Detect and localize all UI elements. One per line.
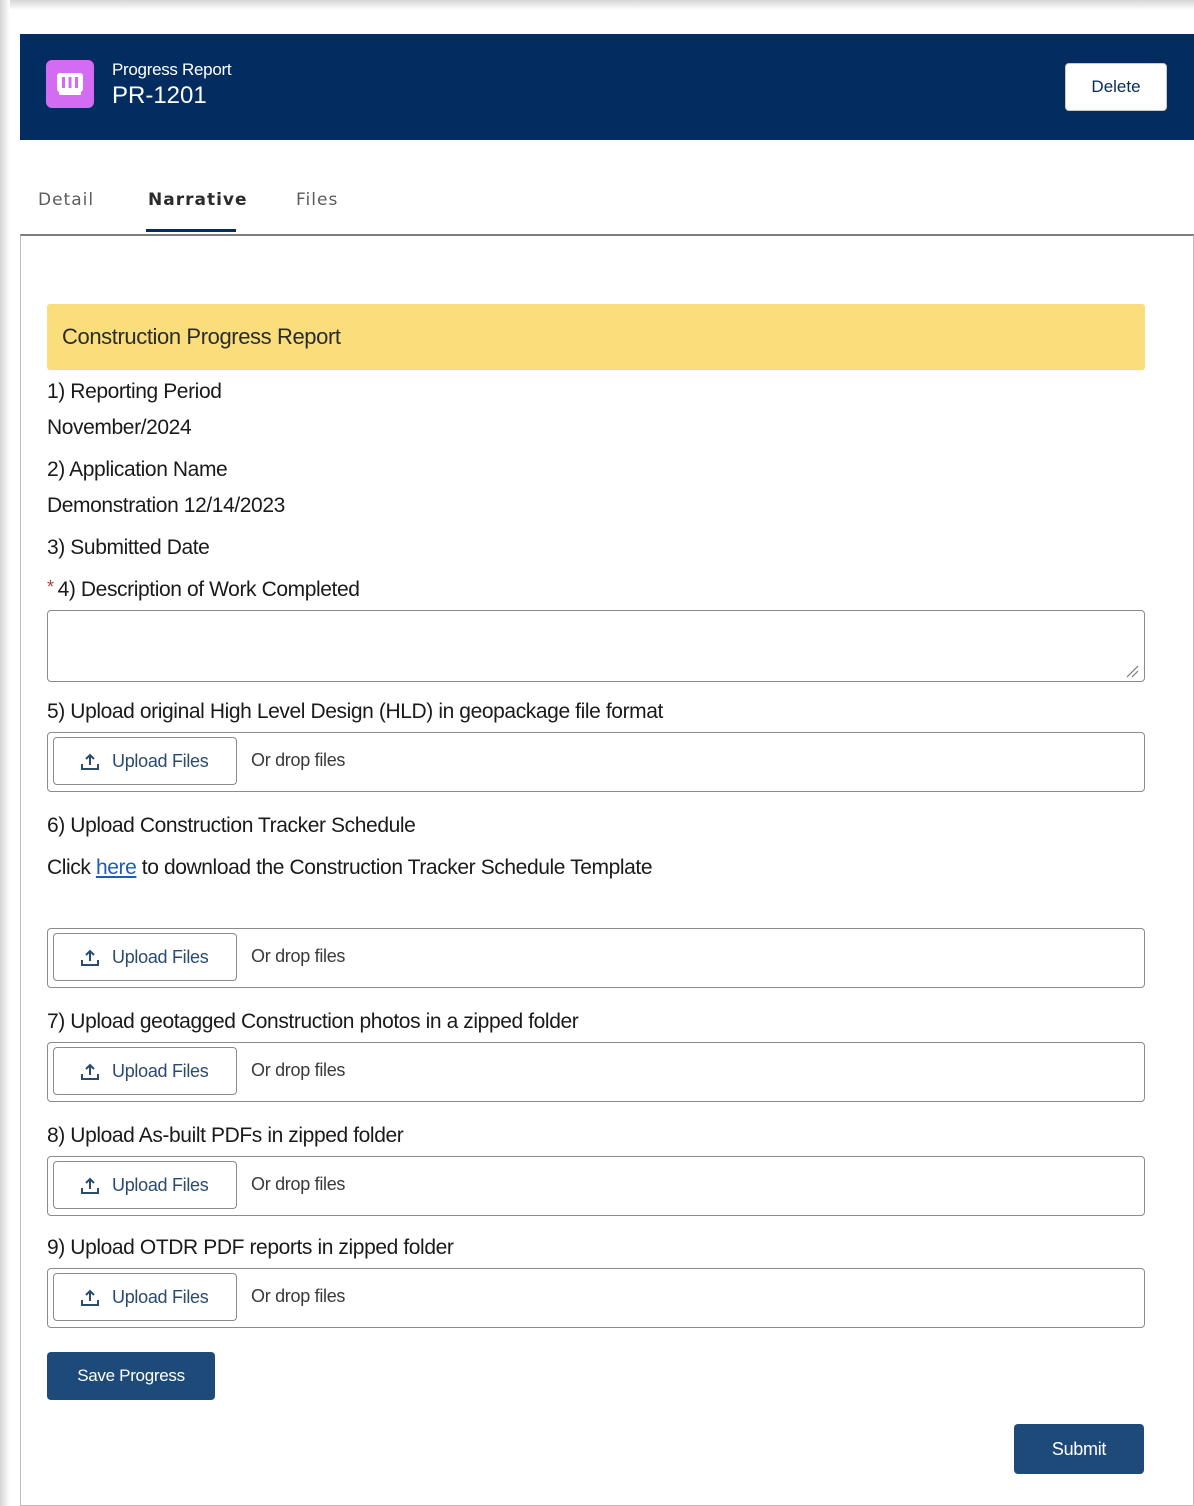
drop-files-label: Or drop files [251, 946, 346, 966]
drop-files-label: Or drop files [251, 750, 346, 770]
asbuilt-upload-button[interactable]: Upload Files [53, 1161, 237, 1209]
upload-files-label: Upload Files [112, 1175, 209, 1195]
active-tab-indicator [146, 229, 236, 232]
application-name-value: Demonstration 12/14/2023 [47, 494, 285, 517]
otdr-upload-button[interactable]: Upload Files [53, 1273, 237, 1321]
upload-icon [81, 949, 99, 966]
template-download-link[interactable]: here [96, 856, 137, 879]
reporting-period-label: 1) Reporting Period [47, 380, 222, 403]
save-progress-button[interactable]: Save Progress [47, 1352, 215, 1400]
help-suffix-text: to download the Construction Tracker Sch… [136, 856, 653, 879]
description-label-text: 4) Description of Work Completed [57, 578, 360, 601]
tracker-schedule-label: 6) Upload Construction Tracker Schedule [47, 814, 416, 837]
otdr-file-dropzone[interactable]: Upload Files Or drop files [47, 1268, 1145, 1328]
delete-button[interactable]: Delete [1065, 63, 1167, 111]
drop-files-label: Or drop files [251, 1060, 346, 1080]
record-name: PR-1201 [112, 82, 207, 109]
hld-upload-button[interactable]: Upload Files [53, 737, 237, 785]
report-icon [46, 60, 94, 108]
hld-upload-label: 5) Upload original High Level Design (HL… [47, 700, 663, 723]
tab-files[interactable]: Files [296, 190, 338, 210]
narrative-panel: Construction Progress Report 1) Reportin… [20, 234, 1194, 1506]
record-header: Progress Report PR-1201 Delete [20, 34, 1194, 140]
object-type-label: Progress Report [112, 60, 232, 79]
window-shadow-left [0, 0, 10, 1506]
upload-icon [81, 753, 99, 770]
upload-files-label: Upload Files [112, 1061, 209, 1081]
resize-grip-icon[interactable] [1125, 664, 1139, 678]
help-prefix-text: Click [47, 856, 96, 879]
hld-file-dropzone[interactable]: Upload Files Or drop files [47, 732, 1145, 792]
drop-files-label: Or drop files [251, 1286, 346, 1306]
submit-button[interactable]: Submit [1014, 1424, 1144, 1474]
application-name-label: 2) Application Name [47, 458, 228, 481]
asbuilt-upload-label: 8) Upload As-built PDFs in zipped folder [47, 1124, 404, 1147]
description-label: * 4) Description of Work Completed [47, 577, 360, 602]
upload-icon [81, 1289, 99, 1306]
photos-upload-label: 7) Upload geotagged Construction photos … [47, 1010, 579, 1033]
tracker-upload-button[interactable]: Upload Files [53, 933, 237, 981]
description-textarea[interactable] [47, 610, 1145, 682]
required-indicator: * [47, 577, 54, 597]
upload-icon [81, 1177, 99, 1194]
upload-files-label: Upload Files [112, 1287, 209, 1307]
drop-files-label: Or drop files [251, 1174, 346, 1194]
asbuilt-file-dropzone[interactable]: Upload Files Or drop files [47, 1156, 1145, 1216]
upload-icon [81, 1063, 99, 1080]
upload-files-label: Upload Files [112, 947, 209, 967]
template-help-text: Click here to download the Construction … [47, 856, 653, 880]
photos-file-dropzone[interactable]: Upload Files Or drop files [47, 1042, 1145, 1102]
tab-detail[interactable]: Detail [38, 190, 94, 210]
reporting-period-value: November/2024 [47, 416, 192, 439]
tab-narrative[interactable]: Narrative [148, 190, 248, 210]
submitted-date-label: 3) Submitted Date [47, 536, 210, 559]
section-header: Construction Progress Report [47, 304, 1145, 370]
window-shadow-top [0, 0, 1194, 10]
photos-upload-button[interactable]: Upload Files [53, 1047, 237, 1095]
upload-files-label: Upload Files [112, 751, 209, 771]
record-tabs: Detail Narrative Files [20, 176, 1194, 234]
tracker-file-dropzone[interactable]: Upload Files Or drop files [47, 928, 1145, 988]
otdr-upload-label: 9) Upload OTDR PDF reports in zipped fol… [47, 1236, 454, 1259]
